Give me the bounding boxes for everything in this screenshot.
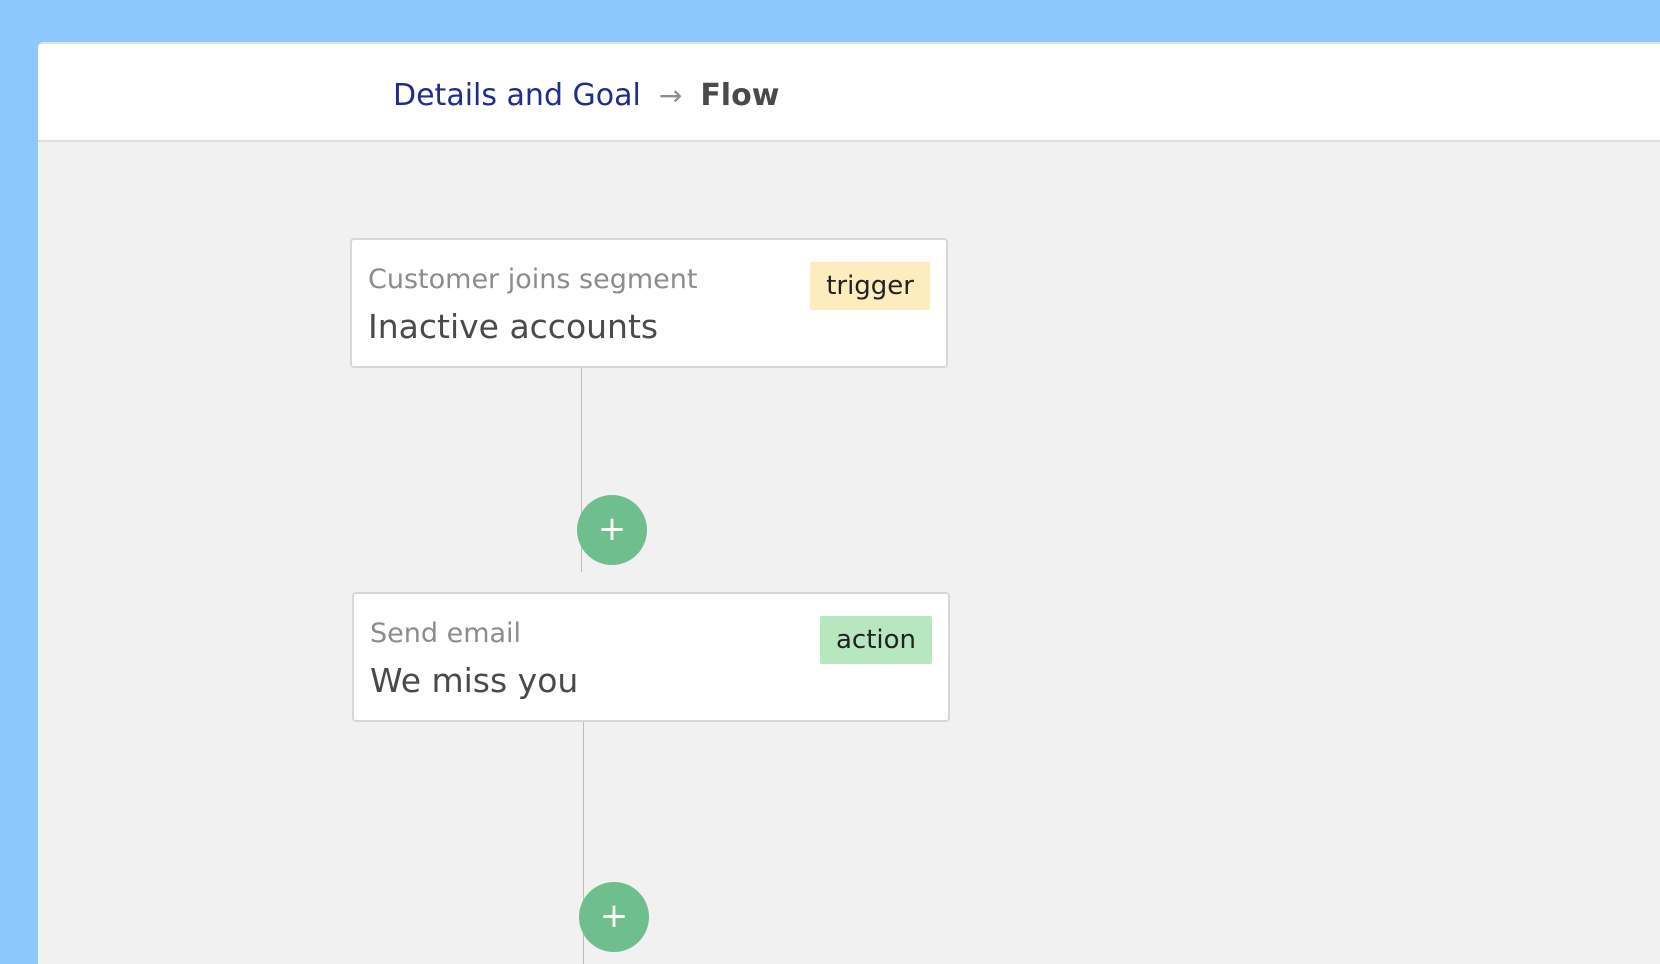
node-subtitle: Inactive accounts [368, 307, 659, 346]
node-title: Send email [370, 618, 522, 649]
flow-canvas: Customer joins segment Inactive accounts… [38, 142, 1660, 964]
breadcrumb: Details and Goal → Flow [393, 76, 779, 116]
plus-icon: + [599, 896, 629, 936]
action-node[interactable]: Send email We miss you action [352, 592, 950, 722]
arrow-right-icon: → [658, 79, 683, 112]
add-step-button[interactable]: + [577, 495, 647, 565]
plus-icon: + [597, 509, 627, 549]
breadcrumb-details-and-goal-link[interactable]: Details and Goal [393, 81, 641, 111]
action-badge: action [819, 616, 932, 664]
app-window: Details and Goal → Flow Customer joins s… [38, 42, 1660, 964]
add-step-button[interactable]: + [579, 882, 649, 952]
trigger-node[interactable]: Customer joins segment Inactive accounts… [350, 238, 948, 368]
node-title: Customer joins segment [368, 264, 698, 295]
trigger-badge: trigger [810, 262, 930, 310]
header-bar: Details and Goal → Flow [38, 42, 1660, 142]
node-subtitle: We miss you [370, 661, 579, 700]
breadcrumb-current-page: Flow [700, 78, 780, 113]
